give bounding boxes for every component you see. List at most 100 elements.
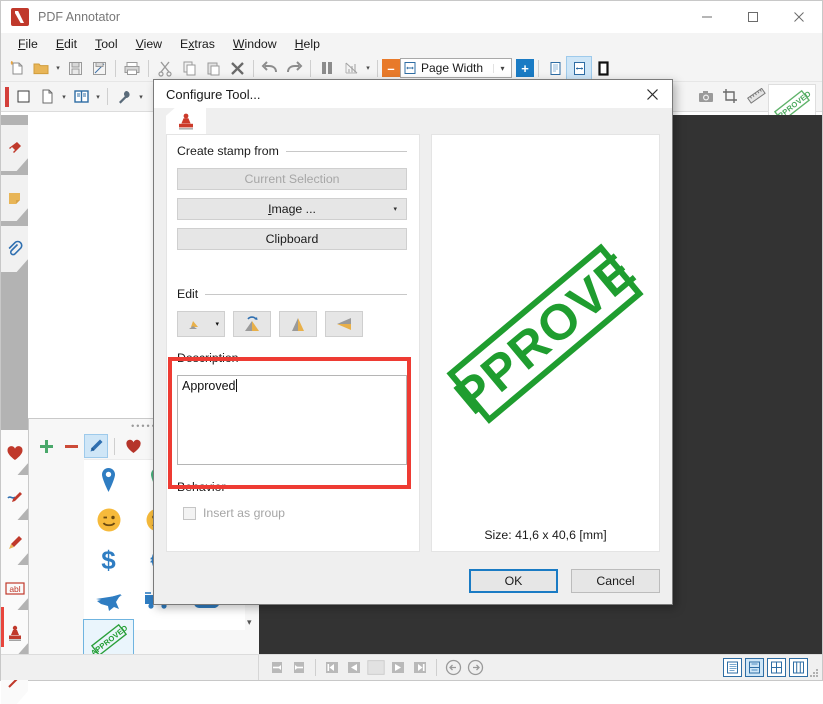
menu-edit[interactable]: Edit	[47, 35, 86, 53]
camera-icon[interactable]	[694, 85, 718, 108]
print-icon[interactable]	[120, 57, 144, 80]
undo-icon[interactable]	[258, 57, 282, 80]
insert-as-group-checkbox[interactable]: Insert as group	[183, 506, 407, 520]
save-icon[interactable]	[63, 57, 87, 80]
fit-width-icon[interactable]	[566, 55, 592, 81]
view-layout-buttons	[723, 658, 822, 677]
first-page-icon[interactable]	[322, 659, 342, 677]
book-icon[interactable]	[69, 85, 93, 108]
arrow-left-circle-icon[interactable]	[443, 659, 463, 677]
heart-icon[interactable]	[122, 435, 144, 457]
group-rule	[232, 486, 407, 488]
close-icon[interactable]	[776, 1, 822, 33]
menu-view[interactable]: View	[127, 35, 171, 53]
select-rectangle-icon[interactable]	[11, 85, 35, 108]
resize-button[interactable]: ▾	[177, 311, 225, 337]
tab-stamp[interactable]	[166, 108, 206, 134]
tool-pen[interactable]	[1, 475, 28, 521]
tool-stamp[interactable]	[1, 610, 28, 656]
redo-icon[interactable]	[282, 57, 306, 80]
flip-vertical-button[interactable]	[279, 311, 317, 337]
tool-textbox[interactable]: abl	[1, 565, 28, 611]
next-page-icon[interactable]	[388, 659, 408, 677]
layout-grid-icon[interactable]	[789, 658, 808, 677]
open-folder-chevron-down-icon[interactable]: ▾	[53, 57, 63, 80]
menu-help[interactable]: Help	[286, 35, 329, 53]
page-icon[interactable]	[35, 85, 59, 108]
menu-file[interactable]: File	[9, 35, 47, 53]
cut-icon[interactable]	[153, 57, 177, 80]
page-number-box[interactable]	[366, 659, 386, 677]
maximize-icon[interactable]	[730, 1, 776, 33]
cancel-button[interactable]: Cancel	[571, 569, 660, 593]
paste-icon[interactable]	[201, 57, 225, 80]
zoom-level-combobox[interactable]: Page Width ▾	[400, 58, 512, 78]
ruler-icon[interactable]	[742, 85, 770, 108]
tool-highlighter[interactable]	[1, 520, 28, 566]
new-document-icon[interactable]	[5, 57, 29, 80]
single-page-icon[interactable]	[543, 57, 567, 80]
back-page-icon[interactable]	[267, 659, 287, 677]
chart-chevron-down-icon[interactable]: ▾	[363, 57, 373, 80]
rail-tab-bookmarks[interactable]	[1, 125, 28, 171]
resize-grip-icon[interactable]	[809, 667, 819, 677]
tool-favorites[interactable]	[1, 430, 28, 476]
stamp-emoji-wink[interactable]	[84, 500, 133, 540]
preview-stamp-text: APPROVED	[414, 218, 674, 449]
menu-tool[interactable]: Tool	[86, 35, 127, 53]
stamp-airplane[interactable]	[84, 580, 133, 620]
layout-continuous-icon[interactable]	[745, 658, 764, 677]
pencil-edit-icon[interactable]	[84, 434, 108, 458]
save-as-icon[interactable]	[87, 57, 111, 80]
wrench-icon[interactable]	[112, 85, 136, 108]
book-chevron-down-icon[interactable]: ▾	[93, 85, 103, 108]
find-icon[interactable]	[315, 57, 339, 80]
zoom-in-button[interactable]: +	[516, 59, 534, 77]
prev-page-icon[interactable]	[344, 659, 364, 677]
toolbar-divider	[538, 59, 539, 77]
arrow-right-circle-icon[interactable]	[465, 659, 485, 677]
layout-single-icon[interactable]	[723, 658, 742, 677]
menu-extras[interactable]: Extras	[171, 35, 224, 53]
approved-stamp-preview: APPROVED	[400, 190, 691, 480]
copy-icon[interactable]	[177, 57, 201, 80]
image-dropdown-button[interactable]: Image ... ▾	[177, 198, 407, 220]
left-rail: abl	[1, 115, 28, 704]
page-chevron-down-icon[interactable]: ▾	[59, 85, 69, 108]
full-page-icon[interactable]	[591, 57, 615, 80]
wrench-chevron-down-icon[interactable]: ▾	[136, 85, 146, 108]
rotate-button[interactable]	[233, 311, 271, 337]
flip-horizontal-button[interactable]	[325, 311, 363, 337]
stamp-dollar[interactable]: $	[84, 540, 133, 580]
chevron-down-icon: ▾	[393, 206, 397, 213]
minimize-icon[interactable]	[684, 1, 730, 33]
description-input[interactable]: Approved	[177, 375, 407, 465]
clipboard-button[interactable]: Clipboard	[177, 228, 407, 250]
open-folder-icon[interactable]	[29, 57, 53, 80]
plus-icon[interactable]	[35, 435, 57, 457]
current-selection-button[interactable]: Current Selection	[177, 168, 407, 190]
close-icon[interactable]	[632, 80, 672, 108]
description-group-header: Description	[177, 351, 407, 365]
layout-facing-icon[interactable]	[767, 658, 786, 677]
delete-icon[interactable]	[225, 57, 249, 80]
dialog-tabs	[166, 108, 206, 134]
dialog-body: Create stamp from Current Selection Imag…	[154, 108, 675, 604]
edit-group-header: Edit	[177, 287, 407, 301]
rail-tab-notes[interactable]	[1, 175, 28, 221]
dialog-title: Configure Tool...	[154, 80, 672, 108]
rail-tab-attachments[interactable]	[1, 226, 28, 272]
crop-icon[interactable]	[718, 85, 742, 108]
stamp-pin-blue[interactable]	[84, 460, 133, 500]
main-toolbar: ▾ ▾ – Page Width ▾ +	[1, 55, 822, 82]
ok-button[interactable]: OK	[469, 569, 558, 593]
menu-window[interactable]: Window	[224, 35, 286, 53]
menu-bar: File Edit Tool View Extras Window Help	[1, 33, 822, 55]
last-page-icon[interactable]	[410, 659, 430, 677]
palette-chevron-down-icon[interactable]: ▾	[247, 617, 252, 628]
forward-page-icon[interactable]	[289, 659, 309, 677]
chart-icon[interactable]	[339, 57, 363, 80]
zoom-out-button[interactable]: –	[382, 59, 400, 77]
zoom-chevron-down-icon[interactable]: ▾	[493, 63, 511, 73]
minus-icon[interactable]	[60, 435, 82, 457]
